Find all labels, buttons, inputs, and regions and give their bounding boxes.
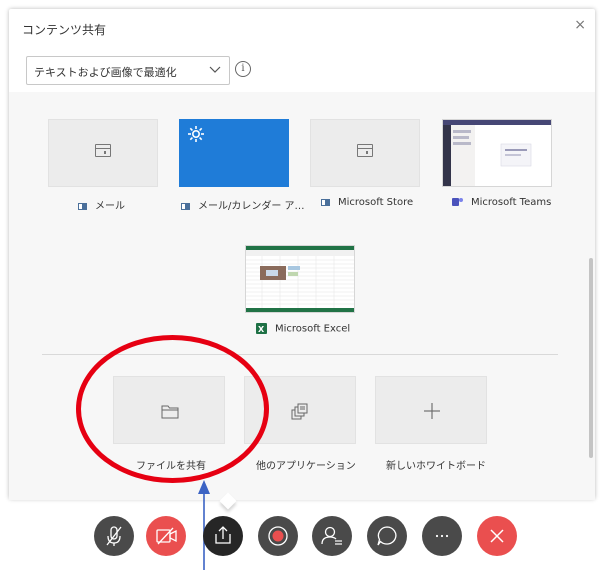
window-label-text: Microsoft Excel [275,323,351,335]
mute-microphone-button[interactable] [94,516,134,556]
camera-off-icon [156,527,177,545]
new-whiteboard-label: 新しいホワイトボード [386,461,486,472]
window-tile-calendar[interactable] [179,119,289,187]
microphone-off-icon [106,526,122,546]
window-tile-store[interactable] [310,119,420,187]
store-app-icon [321,198,330,206]
info-icon[interactable]: i [235,61,251,77]
close-icon [490,529,504,543]
excel-thumbnail [246,246,354,312]
gear-icon [188,126,204,142]
window-label-teams: Microsoft Teams [452,197,551,208]
scrollbar[interactable] [589,258,593,458]
window-label-store: Microsoft Store [321,197,413,208]
excel-app-icon: X [256,323,267,334]
window-icon [95,144,111,157]
app-stack-icon [291,403,308,420]
leave-meeting-button[interactable] [477,516,517,556]
chat-button[interactable] [367,516,407,556]
window-label-text: メール/カレンダー ア… [198,201,305,212]
camera-off-button[interactable] [146,516,186,556]
share-button[interactable] [203,516,243,556]
window-tile-mail[interactable] [48,119,158,187]
calendar-app-icon [181,202,190,210]
dialog-title: コンテンツ共有 [22,23,107,37]
participants-icon [321,526,342,545]
record-icon [268,526,288,546]
window-label-calendar: メール/カレンダー ア… [181,197,305,212]
mail-app-icon [78,202,87,210]
optimize-dropdown-value: テキストおよび画像で最適化 [34,66,177,79]
optimize-dropdown[interactable]: テキストおよび画像で最適化 [26,56,230,85]
record-button[interactable] [258,516,298,556]
other-applications-label: 他のアプリケーション [256,461,356,472]
window-label-text: メール [95,201,125,212]
window-icon [357,144,373,157]
teams-app-icon [452,198,463,206]
window-label-text: Microsoft Store [338,197,414,208]
new-whiteboard-button[interactable] [375,376,487,444]
chevron-down-icon [209,66,221,73]
svg-text:X: X [258,325,265,334]
chat-icon [377,526,397,546]
highlight-ellipse [76,335,269,483]
plus-icon [424,403,440,419]
teams-thumbnail [443,120,551,186]
more-options-button[interactable] [422,516,462,556]
more-icon [435,534,449,538]
window-label-mail: メール [78,197,125,212]
close-icon[interactable]: × [574,17,586,33]
window-tile-excel[interactable] [245,245,355,313]
participants-button[interactable] [312,516,352,556]
window-label-text: Microsoft Teams [471,197,552,208]
share-icon [215,526,231,544]
window-label-excel: X Microsoft Excel [256,323,350,335]
window-tile-teams[interactable] [442,119,552,187]
